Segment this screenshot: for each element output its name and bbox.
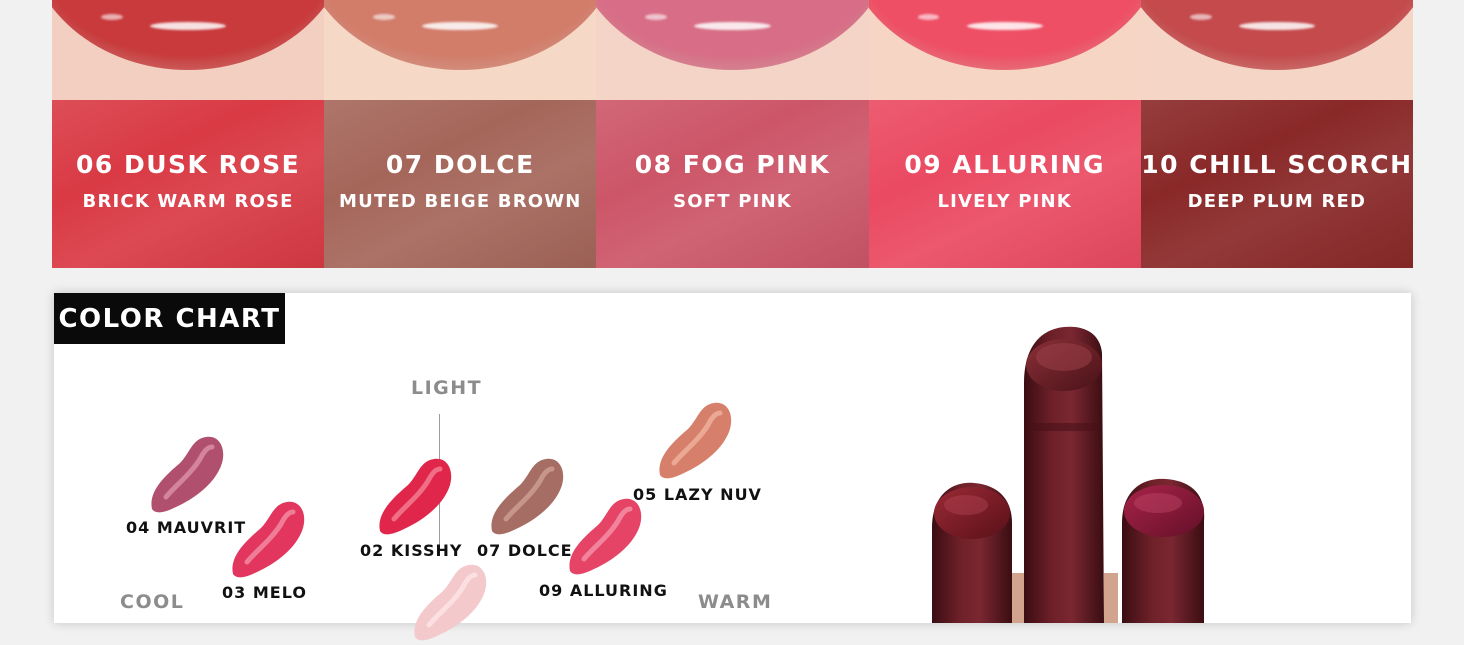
shade-swatch: 08 FOG PINK SOFT PINK [596, 100, 869, 268]
shade-name: 09 ALLURING [904, 150, 1106, 179]
shade-description: BRICK WARM ROSE [82, 191, 294, 212]
swatch-label: 07 DOLCE [477, 541, 573, 560]
shade-swatch-strip: 06 DUSK ROSE BRICK WARM ROSE 07 DOLCE MU… [52, 0, 1414, 268]
color-chart-card: COLOR CHART LIGHT COOL WARM 04 MAUVRIT 0… [54, 293, 1411, 641]
shade-panel-09: 09 ALLURING LIVELY PINK [868, 0, 1141, 268]
swatch-smear-03-melo [232, 501, 305, 578]
axis-label-cool: COOL [120, 591, 185, 613]
shade-panel-08: 08 FOG PINK SOFT PINK [596, 0, 869, 268]
shade-swatch: 09 ALLURING LIVELY PINK [868, 100, 1141, 268]
shade-panel-06: 06 DUSK ROSE BRICK WARM ROSE [52, 0, 325, 268]
swatch-smear-04-mauvrit [151, 436, 224, 513]
swatch-label: 09 ALLURING [539, 581, 668, 600]
color-chart-title: COLOR CHART [54, 293, 285, 344]
shade-name: 08 FOG PINK [634, 150, 831, 179]
axis-label-light: LIGHT [411, 377, 483, 399]
swatch-label: 05 LAZY NUV [633, 485, 762, 504]
axis-label-warm: WARM [698, 591, 773, 613]
lipstick-product-image [932, 326, 1205, 623]
swatch-label: 03 MELO [222, 583, 307, 602]
shade-swatch: 10 CHILL SCORCH DEEP PLUM RED [1140, 100, 1414, 268]
shade-name: 06 DUSK ROSE [75, 150, 301, 179]
shade-panel-10: 10 CHILL SCORCH DEEP PLUM RED [1140, 0, 1414, 268]
swatch-smear-07-dolce [491, 458, 564, 535]
shade-name: 07 DOLCE [385, 150, 535, 179]
lip-photo [52, 0, 325, 100]
swatch-smear-light-pink [414, 564, 487, 641]
swatch-smear-02-kisshy [379, 458, 452, 535]
shade-description: LIVELY PINK [937, 191, 1072, 212]
shade-panel-07: 07 DOLCE MUTED BEIGE BROWN [324, 0, 597, 268]
swatch-smear-09-alluring [569, 498, 642, 575]
lip-photo [324, 0, 597, 100]
swatch-smear-05-lazy-nuv [659, 402, 732, 479]
shade-description: SOFT PINK [673, 191, 792, 212]
shade-swatch: 07 DOLCE MUTED BEIGE BROWN [324, 100, 597, 268]
shade-name: 10 CHILL SCORCH [1141, 150, 1413, 179]
lip-photo [1140, 0, 1414, 100]
shade-swatch: 06 DUSK ROSE BRICK WARM ROSE [52, 100, 325, 268]
lip-photo [868, 0, 1141, 100]
shade-description: MUTED BEIGE BROWN [339, 191, 582, 212]
lip-photo [596, 0, 869, 100]
swatch-label: 02 KISSHY [360, 541, 463, 560]
shade-description: DEEP PLUM RED [1187, 191, 1367, 212]
